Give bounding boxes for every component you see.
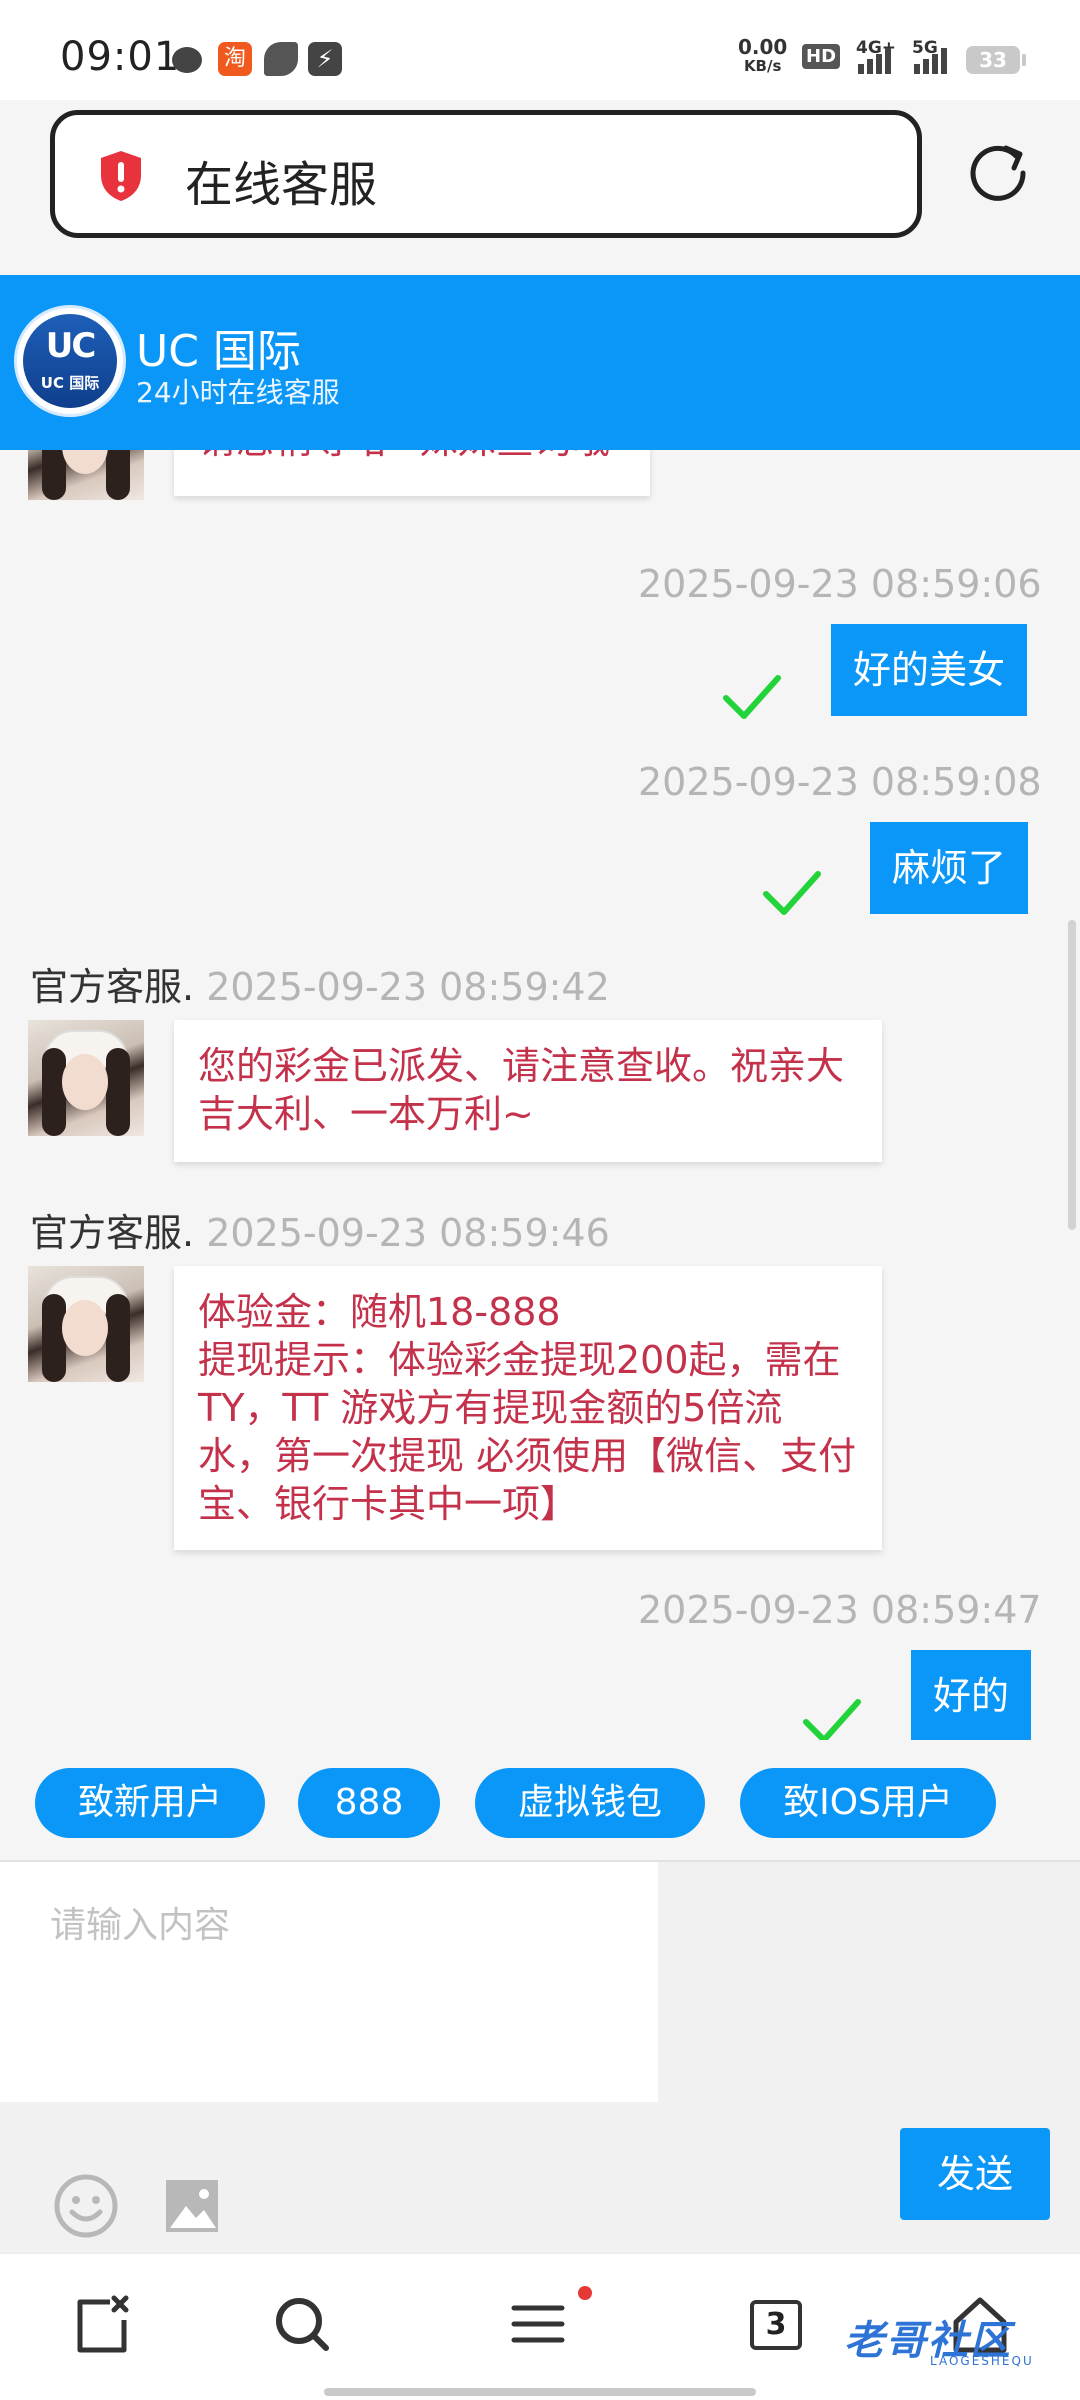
signal-icon-2: [914, 44, 954, 74]
address-title: 在线客服: [185, 157, 378, 213]
check-icon: [723, 675, 781, 719]
incoming-message: 体验金：随机18-888 提现提示：体验彩金提现200起，需在 TY，TT 游戏…: [174, 1266, 882, 1550]
incoming-message: 请您稍等哈~妹妹查询哦: [174, 450, 650, 496]
check-icon: [763, 871, 821, 915]
incoming-message: 您的彩金已派发、请注意查收。祝亲大吉大利、一本万利~: [174, 1020, 882, 1162]
network-speed: 0.00 KB/s: [738, 35, 788, 76]
screen: 09:01 淘 ⚡ 0.00 KB/s HD 4G+ 5G 33 在线客服 UC…: [0, 0, 1080, 2400]
check-icon: [803, 1699, 861, 1740]
emoji-icon[interactable]: [54, 2174, 118, 2238]
chat-messages[interactable]: 请您稍等哈~妹妹查询哦 2025-09-23 08:59:06 好的美女 202…: [0, 450, 1080, 1740]
agent-avatar: [28, 450, 144, 500]
agent-avatar: [28, 1020, 144, 1136]
scrollbar-thumb[interactable]: [1068, 920, 1076, 1230]
bottom-nav: 3 老哥社区 LAOGESHEQU: [0, 2252, 1080, 2400]
message-timestamp: 2025-09-23 08:59:08: [638, 760, 1042, 804]
sender-name: 官方客服.: [30, 1211, 195, 1255]
sender-line: 官方客服. 2025-09-23 08:59:42: [30, 956, 610, 1011]
refresh-icon[interactable]: [968, 142, 1030, 204]
agent-avatar: [28, 1266, 144, 1382]
notification-dot: [578, 2286, 592, 2300]
shield-icon: [101, 151, 141, 201]
network-speed-value: 0.00: [738, 35, 788, 59]
quick-reply-ios-user[interactable]: 致IOS用户: [740, 1768, 996, 1838]
sender-line: 官方客服. 2025-09-23 08:59:46: [30, 1202, 610, 1257]
close-tab-icon[interactable]: [70, 2292, 134, 2356]
message-timestamp: 2025-09-23 08:59:06: [638, 562, 1042, 606]
outgoing-message: 好的美女: [831, 624, 1028, 716]
outgoing-message: 好的: [911, 1650, 1032, 1740]
send-button[interactable]: 发送: [900, 2128, 1050, 2220]
network-speed-unit: KB/s: [743, 57, 782, 75]
message-timestamp: 2025-09-23 08:59:46: [206, 1211, 610, 1255]
message-input[interactable]: [0, 1862, 658, 2102]
menu-icon[interactable]: [506, 2292, 570, 2356]
wechat-icon: [172, 47, 202, 73]
signal-icon-1: [858, 44, 898, 74]
quick-reply-bar: 致新用户 888 虚拟钱包 致IOS用户: [0, 1740, 1080, 1858]
brand-logo-inner: UC UC 国际: [23, 314, 117, 408]
leaf-icon: [264, 42, 298, 76]
home-indicator[interactable]: [324, 2388, 756, 2396]
bolt-icon: ⚡: [308, 42, 342, 76]
address-bar[interactable]: 在线客服: [50, 110, 922, 238]
message-timestamp: 2025-09-23 08:59:42: [206, 965, 610, 1009]
status-bar: 09:01 淘 ⚡ 0.00 KB/s HD 4G+ 5G 33: [0, 0, 1080, 100]
composer: 发送: [0, 1860, 1080, 2250]
taobao-icon: 淘: [218, 42, 252, 76]
message-timestamp: 2025-09-23 08:59:47: [638, 1588, 1042, 1632]
outgoing-message: 麻烦了: [870, 822, 1029, 914]
quick-reply-888[interactable]: 888: [298, 1768, 440, 1838]
chat-subtitle: 24小时在线客服: [136, 376, 340, 409]
chat-header: UC UC 国际 UC 国际 24小时在线客服: [0, 275, 1080, 450]
search-icon[interactable]: [270, 2292, 334, 2356]
status-time: 09:01: [60, 34, 181, 80]
hd-badge: HD: [802, 44, 841, 69]
brand-logo-letters: UC: [45, 326, 97, 366]
image-icon[interactable]: [164, 2178, 220, 2234]
sender-name: 官方客服.: [30, 965, 195, 1009]
watermark-sub: LAOGESHEQU: [930, 2354, 1034, 2368]
tabs-button[interactable]: 3: [750, 2300, 802, 2350]
chat-title: UC 国际: [136, 326, 301, 377]
battery-icon: 33: [966, 46, 1026, 74]
brand-logo-text: UC 国际: [40, 374, 100, 392]
quick-reply-new-user[interactable]: 致新用户: [35, 1768, 265, 1838]
brand-logo: UC UC 国际: [14, 305, 126, 417]
quick-reply-wallet[interactable]: 虚拟钱包: [475, 1768, 705, 1838]
